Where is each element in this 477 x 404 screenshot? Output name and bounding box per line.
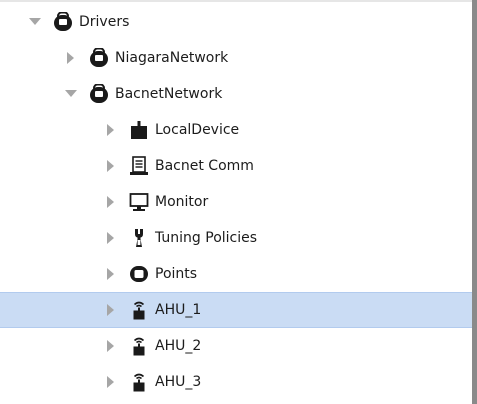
tree-node-label: Bacnet Comm xyxy=(155,158,254,174)
chevron-right-icon[interactable] xyxy=(104,339,118,353)
device-wireless-icon xyxy=(128,299,150,321)
network-icon xyxy=(88,47,110,69)
chevron-right-icon[interactable] xyxy=(104,159,118,173)
tree-node-label: Drivers xyxy=(79,14,130,30)
nav-tree: Drivers NiagaraNetwork BacnetNetwork Loc… xyxy=(0,4,472,400)
chevron-right-icon[interactable] xyxy=(104,195,118,209)
tree-node-label: NiagaraNetwork xyxy=(115,50,229,66)
chevron-right-icon[interactable] xyxy=(104,303,118,317)
top-border xyxy=(0,0,477,2)
tree-node-tuning-policies[interactable]: Tuning Policies xyxy=(0,220,472,256)
chevron-right-icon[interactable] xyxy=(104,231,118,245)
tree-node-label: Points xyxy=(155,266,198,282)
tree-node-bacnetnetwork[interactable]: BacnetNetwork xyxy=(0,76,472,112)
tree-node-bacnet-comm[interactable]: Bacnet Comm xyxy=(0,148,472,184)
points-icon xyxy=(128,263,150,285)
tree-node-label: Monitor xyxy=(155,194,209,210)
tuning-icon xyxy=(128,227,150,249)
tree-node-label: LocalDevice xyxy=(155,122,240,138)
tree-node-localdevice[interactable]: LocalDevice xyxy=(0,112,472,148)
tree-node-ahu-3[interactable]: AHU_3 xyxy=(0,364,472,400)
tree-node-label: AHU_3 xyxy=(155,374,202,390)
comm-icon xyxy=(128,155,150,177)
chevron-down-icon[interactable] xyxy=(28,15,42,29)
tree-node-points[interactable]: Points xyxy=(0,256,472,292)
tree-node-label: AHU_1 xyxy=(155,302,202,318)
tree-node-ahu-1[interactable]: AHU_1 xyxy=(0,292,472,328)
tree-node-drivers[interactable]: Drivers xyxy=(0,4,472,40)
scrollbar-edge[interactable] xyxy=(472,0,477,404)
chevron-right-icon[interactable] xyxy=(104,123,118,137)
chevron-right-icon[interactable] xyxy=(64,51,78,65)
driver-container-icon xyxy=(52,11,74,33)
chevron-right-icon[interactable] xyxy=(104,375,118,389)
device-wireless-icon xyxy=(128,371,150,393)
device-wireless-icon xyxy=(128,335,150,357)
chevron-right-icon[interactable] xyxy=(104,267,118,281)
tree-node-label: AHU_2 xyxy=(155,338,202,354)
tree-node-niagaranetwork[interactable]: NiagaraNetwork xyxy=(0,40,472,76)
device-icon xyxy=(128,119,150,141)
monitor-icon xyxy=(128,191,150,213)
tree-node-monitor[interactable]: Monitor xyxy=(0,184,472,220)
tree-node-ahu-2[interactable]: AHU_2 xyxy=(0,328,472,364)
tree-node-label: BacnetNetwork xyxy=(115,86,223,102)
tree-node-label: Tuning Policies xyxy=(155,230,258,246)
chevron-down-icon[interactable] xyxy=(64,87,78,101)
network-icon xyxy=(88,83,110,105)
